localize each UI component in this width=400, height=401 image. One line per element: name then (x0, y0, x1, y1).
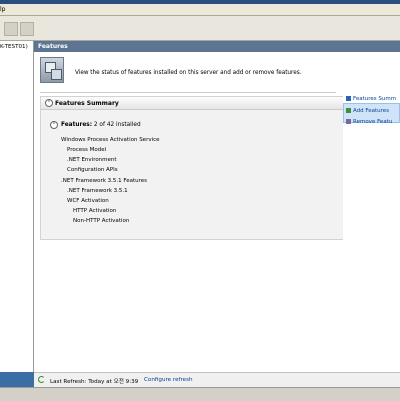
features-summary-header[interactable]: ⌃ Features Summary (41, 97, 344, 110)
remove-icon (346, 119, 351, 124)
features-summary-panel: ⌃ Features Summary ⌃ Features: 2 of 42 i… (40, 96, 345, 240)
last-refresh-text: Last Refresh: Today at 오전 9:39 (50, 379, 139, 385)
menu-item-help[interactable]: lp (0, 6, 5, 13)
features-count: Features: 2 of 42 installed (61, 122, 141, 128)
feature-item: .NET Environment (67, 157, 117, 163)
remove-features-link[interactable]: Remove Featu (346, 119, 392, 125)
add-features-link[interactable]: Add Features (346, 108, 389, 114)
collapse-icon[interactable]: ⌃ (45, 99, 53, 107)
feature-item: Non-HTTP Activation (73, 218, 130, 224)
page-description: View the status of features installed on… (75, 70, 302, 76)
navigation-tree: K-TEST01) (0, 41, 34, 372)
feature-item: Windows Process Activation Service (61, 137, 160, 143)
tree-node-server[interactable]: K-TEST01) (0, 44, 28, 50)
page-title: Features (38, 43, 68, 50)
content-pane: Features View the status of features ins… (34, 41, 400, 372)
add-icon (346, 108, 351, 113)
configure-refresh-link[interactable]: Configure refresh (144, 377, 193, 383)
server-features-icon (40, 57, 64, 83)
divider (40, 92, 336, 93)
menu-bar: lp (0, 4, 400, 16)
feature-item: .NET Framework 3.5.1 Features (61, 178, 148, 184)
forward-button[interactable] (20, 22, 34, 36)
feature-item: .NET Framework 3.5.1 (67, 188, 128, 194)
features-summary-title: Features Summary (55, 100, 119, 107)
feature-item: Configuration APIs (67, 167, 118, 173)
refresh-icon (38, 376, 45, 383)
feature-item: HTTP Activation (73, 208, 117, 214)
features-collapse-icon[interactable]: ⌃ (50, 121, 58, 129)
status-bar: Last Refresh: Today at 오전 9:39 Configure… (34, 372, 400, 388)
features-installed-count: 2 of 42 installed (93, 122, 141, 128)
bottom-frame (0, 387, 400, 401)
feature-item: Process Model (67, 147, 107, 153)
features-label: Features: (61, 122, 93, 128)
summary-icon (346, 96, 351, 101)
back-button[interactable] (4, 22, 18, 36)
features-summary-link[interactable]: Features Summ (346, 96, 396, 102)
actions-pane: Features Summ Add Features Remove Featu (343, 93, 400, 372)
toolbar (0, 16, 400, 41)
pane-header: Features (34, 41, 400, 52)
feature-item: WCF Activation (67, 198, 109, 204)
